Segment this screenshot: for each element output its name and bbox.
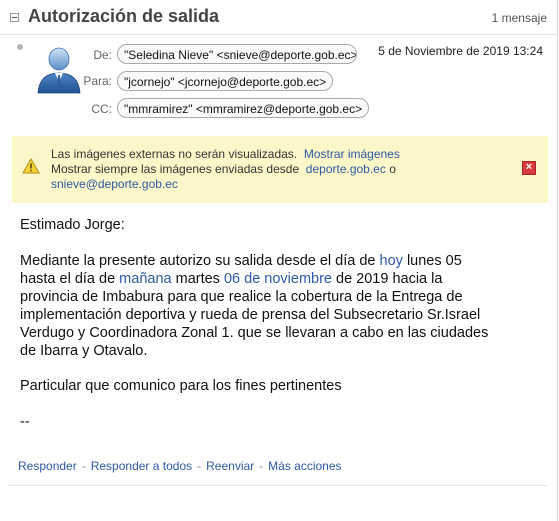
date-link-november-6[interactable]: 06 de noviembre — [224, 271, 332, 287]
signature-separator: -- — [20, 414, 30, 430]
divider — [8, 485, 548, 486]
body-paragraph: Mediante la presente autorizo su salida … — [20, 252, 540, 360]
body-text: de 2019 hacia la — [336, 271, 443, 287]
body-text: implementación deportiva y rueda de pren… — [20, 307, 481, 323]
body-text: hasta el día de — [20, 271, 116, 287]
collapse-toggle-icon[interactable] — [10, 13, 19, 22]
action-separator: - — [259, 459, 264, 473]
body-text: martes — [175, 271, 220, 287]
message-actions: Responder - Responder a todos - Reenviar - Más… — [18, 459, 342, 473]
cc-label: CC: — [91, 102, 112, 116]
date-link-today[interactable]: hoy — [380, 253, 403, 269]
external-images-notice: Las imágenes externas no serán visualiza… — [12, 136, 548, 203]
sender-email-link[interactable]: snieve@deporte.gob.ec — [51, 177, 178, 191]
message-count: 1 mensaje — [491, 11, 547, 25]
body-text: lunes 05 — [406, 253, 462, 269]
more-actions-link[interactable]: Más acciones — [268, 459, 341, 473]
message-view: Autorización de salida 1 mensaje De: "Se… — [0, 0, 558, 521]
closing-text: Particular que comunico para los fines p… — [20, 378, 342, 394]
notice-text: Las imágenes externas no serán visualiza… — [51, 147, 400, 192]
show-images-link[interactable]: Mostrar imágenes — [304, 147, 400, 161]
date-link-tomorrow[interactable]: mañana — [119, 271, 171, 287]
from-address-chip[interactable]: "Seledina Nieve" <snieve@deporte.gob.ec> — [117, 44, 357, 64]
action-separator: - — [197, 459, 202, 473]
domain-link[interactable]: deporte.gob.ec — [306, 162, 386, 176]
body-text: Verdugo y Coordinadora Zonal 1. que se l… — [20, 325, 489, 341]
forward-link[interactable]: Reenviar — [206, 459, 254, 473]
notice-or: o — [389, 162, 396, 176]
body-text: provincia de Imbabura para que realice l… — [20, 289, 463, 305]
to-label: Para: — [83, 74, 112, 88]
cc-address-chip[interactable]: "mmramirez" <mmramirez@deporte.gob.ec> — [117, 98, 370, 118]
reply-link[interactable]: Responder — [18, 459, 77, 473]
greeting: Estimado Jorge: — [20, 217, 125, 233]
reply-all-link[interactable]: Responder a todos — [91, 459, 192, 473]
message-subject: Autorización de salida — [28, 6, 220, 26]
from-label: De: — [93, 48, 112, 62]
warning-icon — [22, 158, 40, 174]
body-text: Mediante la presente autorizo su salida … — [20, 253, 376, 269]
to-address-chip[interactable]: "jcornejo" <jcornejo@deporte.gob.ec> — [117, 71, 334, 91]
body-text: de Ibarra y Otavalo. — [20, 343, 148, 359]
close-notice-icon[interactable]: × — [522, 161, 536, 175]
message-header: Autorización de salida 1 mensaje — [0, 0, 557, 35]
message-date: 5 de Noviembre de 2019 13:24 — [378, 44, 543, 58]
notice-text-2: Mostrar siempre las imágenes enviadas de… — [51, 162, 300, 176]
notice-text-1: Las imágenes externas no serán visualiza… — [51, 147, 298, 161]
action-separator: - — [81, 459, 86, 473]
unread-dot-icon — [17, 44, 23, 50]
